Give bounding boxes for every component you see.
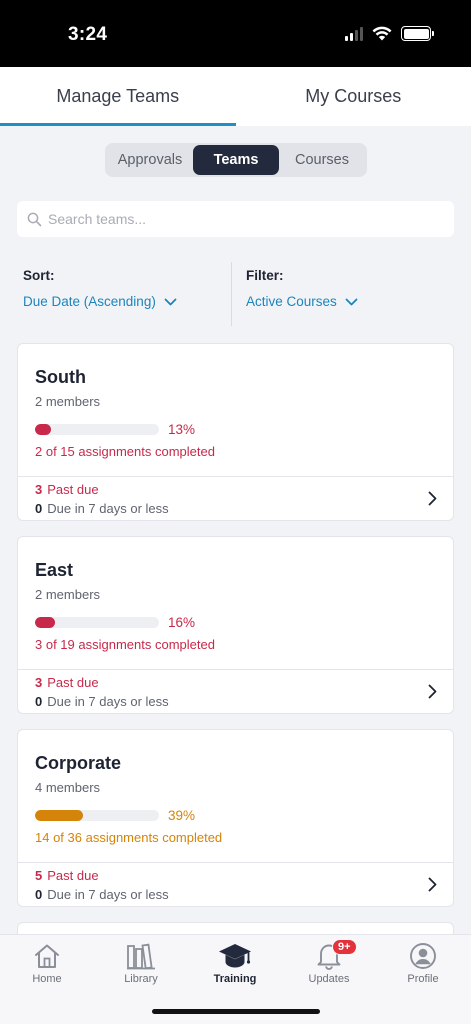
nav-profile-label: Profile [407,973,439,985]
team-card-corporate[interactable]: Corporate 4 members 39% 14 of 36 assignm… [17,729,454,907]
library-icon [126,941,156,971]
profile-icon [409,941,437,971]
assignments-completed: 3 of 19 assignments completed [35,637,215,652]
team-members: 4 members [35,780,101,795]
status-bar: 3:24 [0,0,471,67]
past-due: 3 Past due [35,675,99,690]
progress-percent: 16% [168,615,196,630]
segment-approvals[interactable]: Approvals [107,145,193,175]
progress-bar [35,810,159,821]
team-name: South [35,367,86,387]
sort-control: Sort: Due Date (Ascending) [23,268,177,309]
chevron-right-icon [428,491,437,506]
due-soon: 0 Due in 7 days or less [35,887,169,902]
past-due: 5 Past due [35,868,99,883]
home-icon [33,941,61,971]
progress-bar [35,424,159,435]
cellular-signal-icon [345,26,363,41]
notification-badge: 9+ [332,939,357,955]
team-card-south[interactable]: South 2 members 13% 2 of 15 assignments … [17,343,454,521]
progress-fill [35,424,52,435]
search-input[interactable] [48,211,438,227]
nav-updates-label: Updates [308,973,350,985]
assignments-completed: 14 of 36 assignments completed [35,830,223,845]
team-members: 2 members [35,587,101,602]
assignments-completed: 2 of 15 assignments completed [35,444,215,459]
segment-courses[interactable]: Courses [279,145,365,175]
team-name: East [35,560,74,580]
chevron-right-icon [428,877,437,892]
past-due: 3 Past due [35,482,99,497]
nav-home[interactable]: Home [0,935,94,991]
tab-manage-teams[interactable]: Manage Teams [0,67,236,126]
search-icon [27,212,42,226]
divider [231,262,232,326]
chevron-down-icon [345,298,358,305]
filter-control: Filter: Active Courses [246,268,358,309]
battery-icon [401,26,434,41]
top-tabs: Manage Teams My Courses [0,67,471,126]
progress-percent: 13% [168,422,196,437]
due-soon: 0 Due in 7 days or less [35,694,169,709]
wifi-icon [372,26,392,41]
chevron-down-icon [164,298,177,305]
nav-library[interactable]: Library [94,935,188,991]
team-card-east[interactable]: East 2 members 16% 3 of 19 assignments c… [17,536,454,714]
search-bar [17,201,454,237]
team-name: Corporate [35,753,122,773]
nav-profile[interactable]: Profile [376,935,470,991]
progress-percent: 39% [168,808,196,823]
filter-label: Filter: [246,268,284,283]
tab-my-courses[interactable]: My Courses [236,67,471,126]
sort-dropdown[interactable]: Due Date (Ascending) [23,294,177,309]
progress-fill [35,617,55,628]
sort-filter-controls: Sort: Due Date (Ascending) Filter: Activ… [0,262,471,326]
segmented-control: Approvals Teams Courses [105,143,367,177]
due-soon: 0 Due in 7 days or less [35,501,169,516]
chevron-right-icon [428,684,437,699]
nav-training[interactable]: Training [188,935,282,991]
nav-training-label: Training [213,973,257,985]
progress-bar [35,617,159,628]
bell-icon: 9+ [316,939,357,971]
status-icons [345,26,434,41]
progress-fill [35,810,84,821]
sort-value: Due Date (Ascending) [23,294,156,309]
filter-value: Active Courses [246,294,337,309]
sort-label: Sort: [23,268,55,283]
nav-library-label: Library [124,973,158,985]
graduation-cap-icon [218,941,252,971]
nav-updates[interactable]: 9+ Updates [282,935,376,991]
team-members: 2 members [35,394,101,409]
home-indicator [152,1009,320,1014]
filter-dropdown[interactable]: Active Courses [246,294,358,309]
segment-teams[interactable]: Teams [193,145,279,175]
nav-home-label: Home [32,973,62,985]
status-time: 3:24 [68,24,108,45]
